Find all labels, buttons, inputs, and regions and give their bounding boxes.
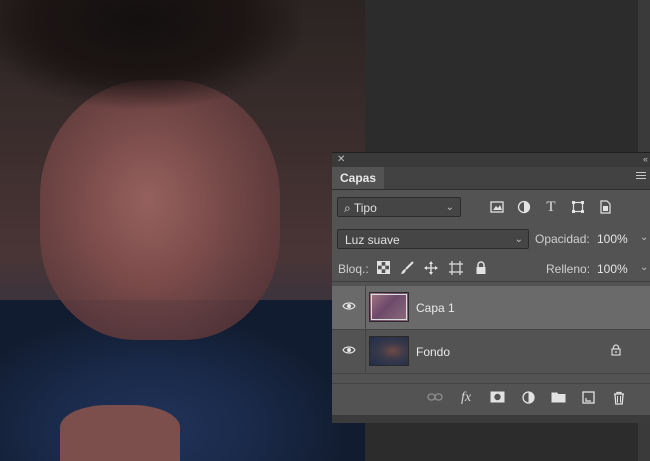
panel-title-bar[interactable]: ✕ « xyxy=(332,153,650,167)
eye-icon xyxy=(342,302,356,310)
eye-icon xyxy=(342,346,356,354)
layers-panel: ✕ « Capas ⌕ Tipo ⌄ T Luz suave ⌄ Opacida… xyxy=(332,152,650,423)
fill-dropdown-icon[interactable]: ⌄ xyxy=(640,262,648,273)
tab-layers[interactable]: Capas xyxy=(332,167,385,189)
search-icon: ⌕ xyxy=(344,201,351,215)
fx-icon[interactable]: fx xyxy=(458,391,474,405)
link-layers-icon[interactable] xyxy=(427,391,443,405)
layer-mask-icon[interactable] xyxy=(489,391,505,405)
layer-name[interactable]: Fondo xyxy=(416,345,450,359)
type-filter-icon[interactable]: T xyxy=(544,200,558,215)
image-filter-icon[interactable] xyxy=(490,200,504,214)
adjustment-layer-icon[interactable] xyxy=(520,391,536,405)
lock-artboard-icon[interactable] xyxy=(449,261,463,275)
chevron-down-icon: ⌄ xyxy=(514,234,523,245)
lock-all-icon[interactable] xyxy=(474,261,488,275)
panel-menu-icon[interactable] xyxy=(636,172,646,182)
smart-object-filter-icon[interactable] xyxy=(598,200,612,214)
lock-transparent-pixels-icon[interactable] xyxy=(376,261,390,275)
lock-label: Bloq.: xyxy=(338,262,369,276)
canvas-image xyxy=(0,0,365,461)
opacity-input[interactable]: 100% xyxy=(597,232,628,246)
blend-row: Luz suave ⌄ Opacidad: 100% ⌄ xyxy=(332,229,650,251)
shape-filter-icon[interactable] xyxy=(571,200,585,214)
photo-hair-region xyxy=(0,0,300,110)
fill-label: Relleno: xyxy=(546,262,591,276)
layer-thumbnail[interactable] xyxy=(369,336,409,366)
opacity-dropdown-icon[interactable]: ⌄ xyxy=(640,232,648,243)
blend-mode-value: Luz suave xyxy=(345,233,400,247)
adjustment-filter-icon[interactable] xyxy=(517,200,531,214)
new-layer-icon[interactable] xyxy=(580,391,596,405)
close-icon[interactable]: ✕ xyxy=(337,154,345,165)
collapse-icon[interactable]: « xyxy=(643,154,648,164)
layer-name[interactable]: Capa 1 xyxy=(416,301,455,315)
filter-type-value: Tipo xyxy=(353,201,377,215)
layer-row-fondo[interactable]: Fondo xyxy=(332,330,650,374)
panel-resize-bar[interactable] xyxy=(332,415,650,423)
filter-type-select[interactable]: ⌕ Tipo ⌄ xyxy=(337,197,461,217)
lock-icon[interactable] xyxy=(610,344,622,356)
fill-input[interactable]: 100% xyxy=(597,262,628,276)
lock-position-icon[interactable] xyxy=(424,261,438,275)
new-group-icon[interactable] xyxy=(550,391,566,405)
layer-row-capa-1[interactable]: Capa 1 xyxy=(332,286,650,330)
lock-image-pixels-icon[interactable] xyxy=(400,261,414,275)
opacity-label: Opacidad: xyxy=(535,232,590,246)
photo-face-region xyxy=(40,80,280,340)
lock-row: Bloq.: Relleno: 100% ⌄ xyxy=(332,259,650,282)
visibility-toggle[interactable] xyxy=(332,330,366,373)
panel-tab-row: Capas xyxy=(332,167,650,190)
layer-filter-row: ⌕ Tipo ⌄ T xyxy=(332,197,650,221)
photo-hand-region xyxy=(60,405,180,461)
panel-footer: fx xyxy=(332,383,650,412)
trash-icon[interactable] xyxy=(611,391,627,405)
blend-mode-select[interactable]: Luz suave ⌄ xyxy=(337,229,529,249)
chevron-down-icon: ⌄ xyxy=(445,202,454,213)
visibility-toggle[interactable] xyxy=(332,286,366,329)
layer-thumbnail[interactable] xyxy=(369,292,409,322)
